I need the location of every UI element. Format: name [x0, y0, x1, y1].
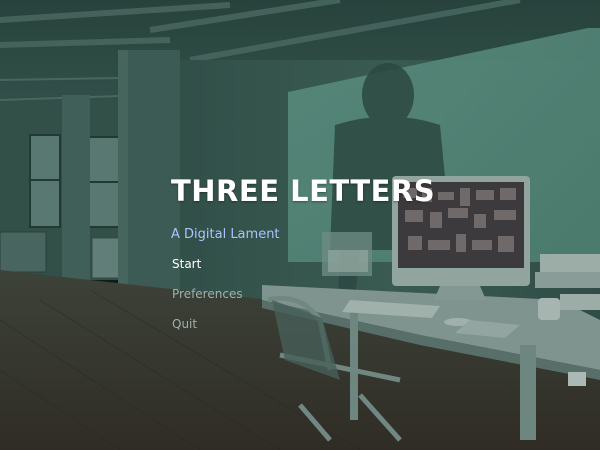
- title-screen: THREE LETTERS A Digital Lament Start Pre…: [0, 0, 600, 450]
- menu-preferences-button[interactable]: Preferences: [172, 288, 243, 300]
- game-subtitle: A Digital Lament: [171, 227, 280, 242]
- game-title: THREE LETTERS: [171, 174, 436, 208]
- office-background-image: [0, 0, 600, 450]
- menu-start-button[interactable]: Start: [172, 258, 201, 270]
- menu-quit-button[interactable]: Quit: [172, 318, 197, 330]
